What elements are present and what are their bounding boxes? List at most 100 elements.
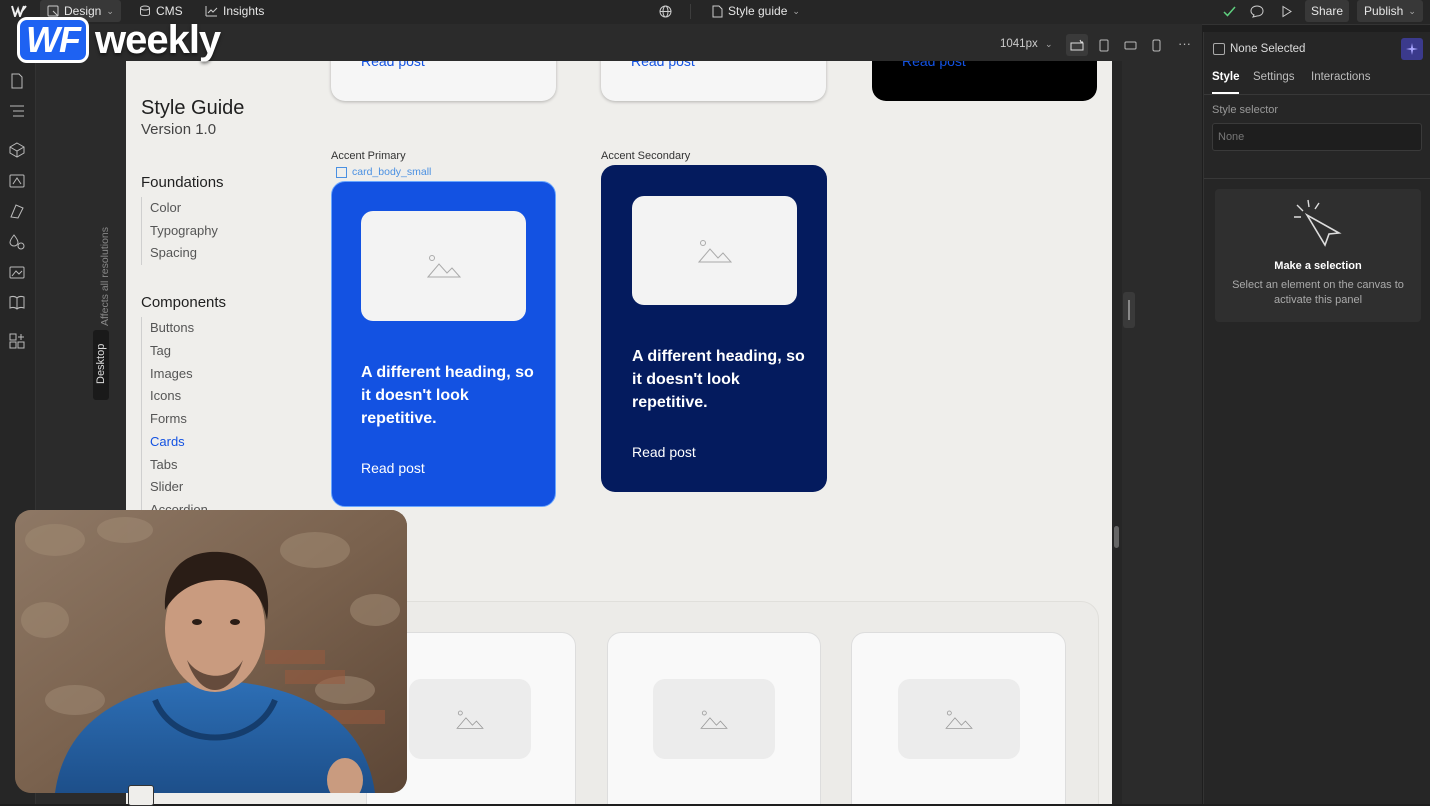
- ai-assistant-button[interactable]: [1401, 38, 1423, 60]
- page-selector[interactable]: Style guide ⌄: [705, 0, 807, 22]
- nav-link-forms[interactable]: Forms: [150, 411, 187, 426]
- pages-icon[interactable]: [8, 72, 26, 90]
- left-toolbar-bottom: [0, 660, 14, 800]
- design-label: Design: [64, 4, 102, 18]
- handle-grip: [1128, 300, 1130, 320]
- image-placeholder-icon: [426, 255, 461, 278]
- image-placeholder-icon: [456, 710, 484, 729]
- style-selector-label: Style selector: [1212, 104, 1279, 116]
- share-label: Share: [1310, 4, 1344, 18]
- preview-button[interactable]: [1273, 0, 1300, 22]
- foundations-heading: Foundations: [141, 174, 224, 191]
- sparkle-icon: [1406, 43, 1418, 55]
- book-icon[interactable]: [8, 293, 26, 311]
- read-post-link[interactable]: Read post: [631, 61, 695, 69]
- affects-all-label: Affects all resolutions: [99, 226, 111, 326]
- accent-secondary-caption: Accent Secondary: [601, 150, 691, 162]
- tab-style[interactable]: Style: [1212, 71, 1240, 83]
- nav-link-color[interactable]: Color: [150, 200, 181, 215]
- globe-button[interactable]: [652, 0, 679, 22]
- read-post-link[interactable]: Read post: [361, 460, 425, 476]
- card-light-2[interactable]: [607, 632, 821, 804]
- components-line: [141, 317, 142, 517]
- divider: [690, 4, 691, 19]
- canvas-scrollbar[interactable]: [1112, 61, 1122, 804]
- check-icon: [1223, 6, 1236, 17]
- style-selector-input[interactable]: None: [1212, 123, 1422, 151]
- cursor-click-icon: [1294, 199, 1342, 247]
- read-post-link[interactable]: Read post: [902, 61, 966, 69]
- image-placeholder-icon: [945, 710, 973, 729]
- desktop-label: Desktop: [95, 343, 107, 384]
- publish-label: Publish: [1364, 4, 1404, 18]
- navigator-icon[interactable]: [8, 102, 26, 120]
- desktop-star-icon: [1070, 39, 1084, 51]
- apps-icon[interactable]: [8, 332, 26, 350]
- nav-link-tag[interactable]: Tag: [150, 343, 171, 358]
- chevron-down-icon: ⌄: [1044, 39, 1053, 49]
- card-heading: A different heading, so it doesn't look …: [361, 364, 534, 427]
- share-button[interactable]: Share: [1305, 0, 1349, 22]
- components-heading: Components: [141, 294, 227, 311]
- card-image: [898, 679, 1020, 759]
- tabs-divider: [1204, 94, 1430, 95]
- card-light-3[interactable]: [851, 632, 1066, 804]
- read-post-link[interactable]: Read post: [632, 444, 696, 460]
- droplets-icon[interactable]: [8, 233, 26, 251]
- card-image: [653, 679, 775, 759]
- comment-icon: [1250, 4, 1264, 18]
- selection-label[interactable]: card_body_small: [336, 166, 431, 178]
- card-top-2[interactable]: Read post: [601, 61, 826, 101]
- card-image: [361, 211, 526, 321]
- style-selector-placeholder: None: [1218, 131, 1245, 143]
- comments-button[interactable]: [1243, 0, 1271, 22]
- nav-link-typography[interactable]: Typography: [150, 223, 218, 238]
- components-icon[interactable]: [8, 141, 26, 159]
- card-accent-primary[interactable]: A different heading, so it doesn't look …: [331, 181, 556, 507]
- nav-link-cards[interactable]: Cards: [150, 434, 185, 449]
- right-panel: None Selected Style Settings Interaction…: [1203, 32, 1430, 804]
- read-post-link[interactable]: Read post: [361, 61, 425, 69]
- tab-interactions[interactable]: Interactions: [1311, 71, 1370, 83]
- scroll-thumb[interactable]: [1114, 526, 1119, 548]
- empty-title: Make a selection: [1274, 260, 1362, 272]
- globe-icon: [659, 5, 672, 17]
- chevron-down-icon: ⌄: [792, 5, 800, 16]
- assets-icon[interactable]: [8, 263, 26, 281]
- check-button[interactable]: [1216, 0, 1243, 22]
- panel-resize-handle[interactable]: [1123, 292, 1135, 328]
- mobile-portrait-icon[interactable]: [1152, 39, 1161, 52]
- nav-link-tabs[interactable]: Tabs: [150, 457, 177, 472]
- nav-link-slider[interactable]: Slider: [150, 479, 183, 494]
- webcam-video: [15, 510, 407, 793]
- page-name: Style guide: [728, 4, 788, 18]
- tab-settings[interactable]: Settings: [1253, 71, 1295, 83]
- variables-icon[interactable]: [8, 172, 26, 190]
- card-image: [632, 196, 797, 305]
- logo-weekly: weekly: [94, 18, 221, 62]
- card-accent-secondary[interactable]: A different heading, so it doesn't look …: [601, 165, 827, 492]
- card-top-1[interactable]: Read post: [331, 61, 556, 101]
- database-icon: [140, 5, 150, 16]
- nav-link-icons[interactable]: Icons: [150, 388, 181, 403]
- card-image: [409, 679, 531, 759]
- styles-icon[interactable]: [8, 202, 26, 220]
- publish-button[interactable]: Publish ⌄: [1357, 0, 1423, 22]
- logo-wf: WF: [17, 17, 89, 63]
- style-guide-version: Version 1.0: [141, 121, 217, 138]
- more-icon[interactable]: ···: [1178, 36, 1191, 51]
- card-top-3[interactable]: Read post: [872, 61, 1097, 101]
- desktop-breakpoint-button[interactable]: [1066, 34, 1088, 56]
- image-placeholder-icon: [697, 239, 732, 262]
- presenter-video-image: [15, 510, 407, 793]
- tablet-icon[interactable]: [1099, 39, 1109, 52]
- mobile-landscape-icon[interactable]: [1124, 41, 1137, 50]
- image-placeholder-icon: [700, 710, 728, 729]
- nav-link-images[interactable]: Images: [150, 366, 193, 381]
- canvas-width[interactable]: 1041px ⌄: [1000, 38, 1052, 50]
- nav-link-spacing[interactable]: Spacing: [150, 245, 197, 260]
- style-guide-title: Style Guide: [141, 97, 245, 119]
- empty-state-card: Make a selection Select an element on th…: [1215, 189, 1421, 322]
- code-embed-icon[interactable]: [128, 785, 154, 806]
- nav-link-buttons[interactable]: Buttons: [150, 320, 194, 335]
